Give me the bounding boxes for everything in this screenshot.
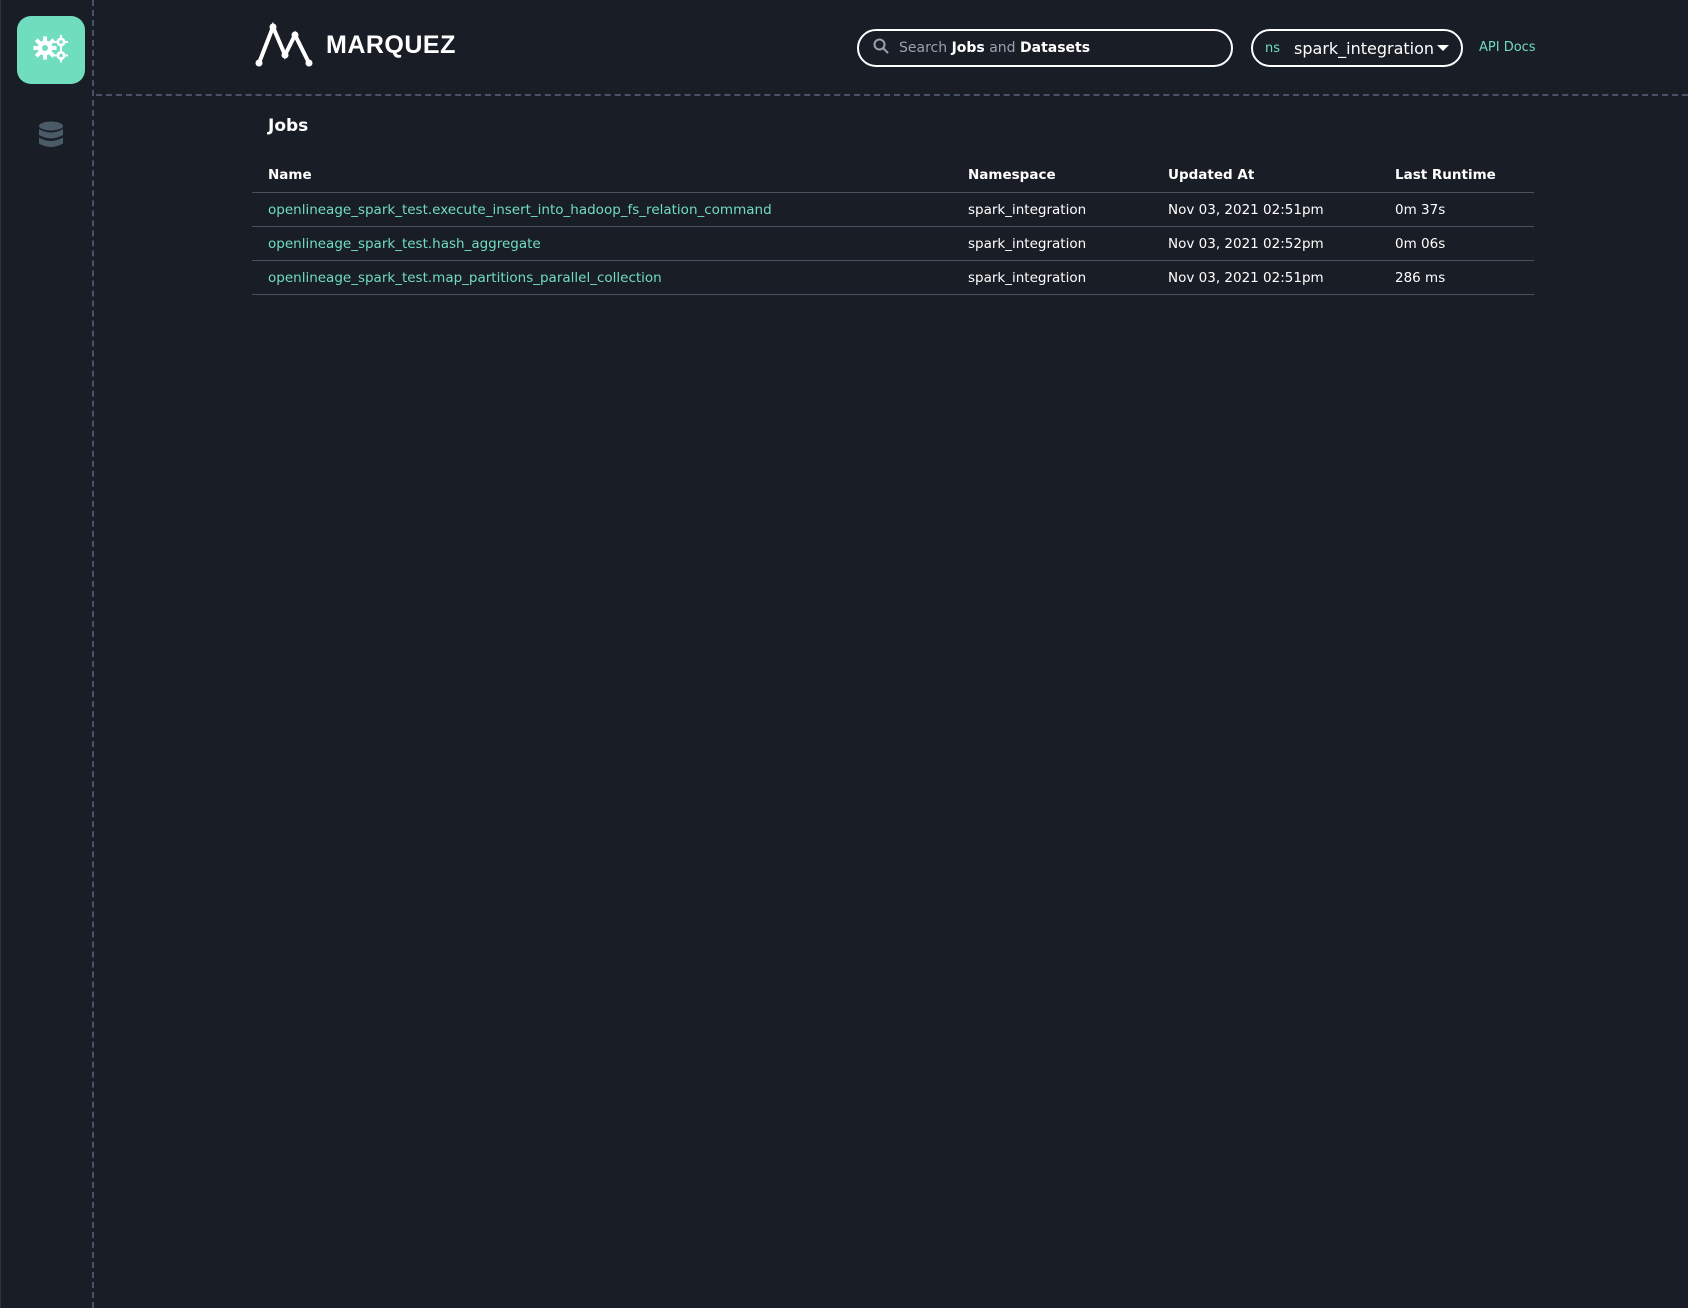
table-header-row: Name Namespace Updated At Last Runtime [252, 158, 1534, 193]
marquez-logo[interactable]: MARQUEZ [254, 22, 456, 68]
column-header-name[interactable]: Name [252, 158, 952, 193]
table-row[interactable]: openlineage_spark_test.execute_insert_in… [252, 192, 1534, 227]
job-updated-at: Nov 03, 2021 02:51pm [1152, 192, 1379, 227]
namespace-value: spark_integration [1294, 38, 1435, 58]
table-row[interactable]: openlineage_spark_test.map_partitions_pa… [252, 260, 1534, 295]
search-input[interactable]: Search Jobs and Datasets [857, 29, 1233, 67]
database-icon [38, 121, 64, 155]
table-row[interactable]: openlineage_spark_test.hash_aggregate sp… [252, 226, 1534, 261]
job-name-link[interactable]: openlineage_spark_test.map_partitions_pa… [252, 260, 952, 295]
job-last-runtime: 0m 06s [1379, 226, 1534, 261]
namespace-select[interactable]: ns spark_integration [1251, 29, 1463, 67]
top-bar: MARQUEZ Search Jobs and Datasets ns spar… [96, 0, 1688, 96]
logo-text: MARQUEZ [326, 30, 456, 59]
job-last-runtime: 286 ms [1379, 260, 1534, 295]
search-placeholder: Search Jobs and Datasets [899, 40, 1091, 56]
job-name-link[interactable]: openlineage_spark_test.hash_aggregate [252, 226, 952, 261]
column-header-namespace[interactable]: Namespace [952, 158, 1152, 193]
job-updated-at: Nov 03, 2021 02:51pm [1152, 260, 1379, 295]
sidebar-item-datasets[interactable] [17, 104, 85, 172]
job-updated-at: Nov 03, 2021 02:52pm [1152, 226, 1379, 261]
sidebar [0, 0, 94, 1308]
gears-icon [32, 33, 70, 67]
namespace-prefix: ns [1265, 40, 1281, 56]
search-icon [873, 38, 889, 58]
sidebar-item-jobs[interactable] [17, 16, 85, 84]
column-header-last-runtime[interactable]: Last Runtime [1379, 158, 1534, 193]
jobs-table: Name Namespace Updated At Last Runtime o… [252, 158, 1534, 295]
marquez-logo-icon [255, 22, 313, 67]
job-name-link[interactable]: openlineage_spark_test.execute_insert_in… [252, 192, 952, 227]
column-header-updated-at[interactable]: Updated At [1152, 158, 1379, 193]
job-namespace: spark_integration [952, 260, 1152, 295]
job-namespace: spark_integration [952, 192, 1152, 227]
page-title: Jobs [268, 116, 309, 136]
api-docs-link[interactable]: API Docs [1479, 40, 1536, 55]
job-namespace: spark_integration [952, 226, 1152, 261]
caret-down-icon [1437, 45, 1449, 51]
job-last-runtime: 0m 37s [1379, 192, 1534, 227]
